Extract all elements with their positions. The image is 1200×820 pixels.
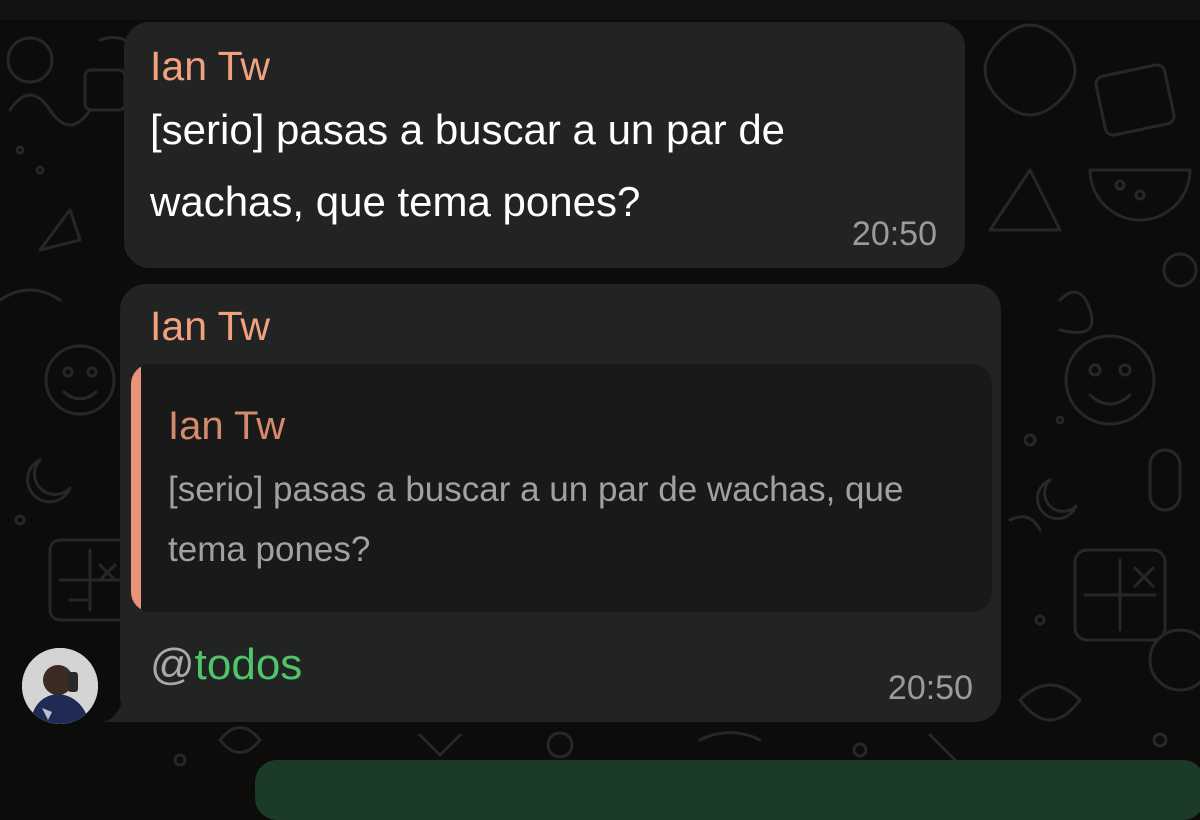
mention-at-symbol: @ bbox=[150, 640, 195, 689]
sender-name[interactable]: Ian Tw bbox=[150, 42, 270, 90]
quoted-message[interactable]: Ian Tw [serio] pasas a buscar a un par d… bbox=[131, 364, 992, 612]
quoted-sender-name: Ian Tw bbox=[168, 404, 286, 448]
sender-avatar[interactable] bbox=[22, 648, 98, 724]
message-text: [serio] pasas a buscar a un par de wacha… bbox=[150, 106, 786, 225]
mention-text[interactable]: @todos bbox=[150, 639, 302, 691]
avatar-photo-icon bbox=[22, 648, 98, 724]
sender-name[interactable]: Ian Tw bbox=[150, 302, 270, 350]
reply-message-bubble[interactable]: Ian Tw Ian Tw [serio] pasas a buscar a u… bbox=[120, 284, 1001, 722]
top-bar-edge bbox=[0, 0, 1200, 20]
message-timestamp: 20:50 bbox=[851, 215, 937, 253]
quoted-message-text: [serio] pasas a buscar a un par de wacha… bbox=[168, 470, 904, 569]
quote-accent-bar bbox=[131, 364, 141, 612]
mention-name[interactable]: todos bbox=[195, 640, 303, 689]
message-timestamp: 20:50 bbox=[887, 669, 973, 707]
message-bubble[interactable]: Ian Tw [serio] pasas a buscar a un par d… bbox=[124, 22, 965, 268]
outgoing-message-bubble[interactable] bbox=[255, 760, 1200, 820]
